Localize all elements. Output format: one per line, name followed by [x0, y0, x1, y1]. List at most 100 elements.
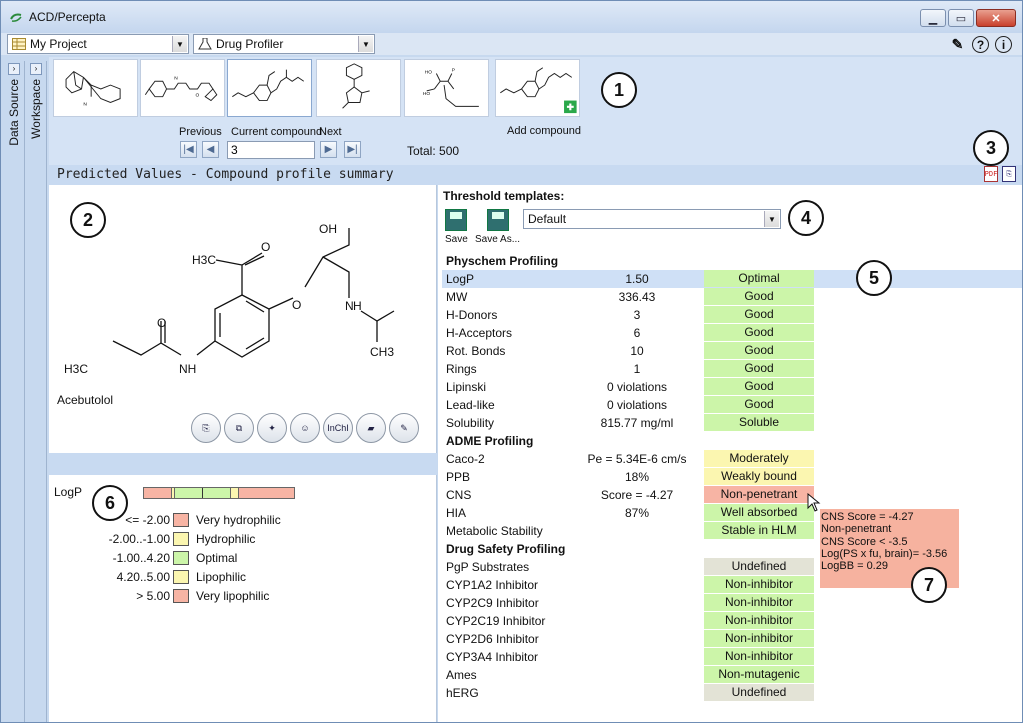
tooltip-line: CNS Score = -4.27 — [821, 511, 914, 523]
callout-badge: 2 — [70, 202, 106, 238]
property-value: 3 — [633, 308, 641, 322]
save-icon — [445, 209, 468, 231]
tab-data-source[interactable]: › Data Source — [5, 61, 25, 722]
property-value: 815.77 mg/ml — [600, 416, 674, 430]
profile-row[interactable]: H-Donors 3 Good — [442, 306, 1022, 324]
property-name: H-Donors — [446, 308, 498, 322]
current-compound-input[interactable] — [227, 141, 315, 159]
property-class: Good — [704, 378, 814, 395]
title-bar: ACD/Percepta ▁ ▭ ✕ — [1, 1, 1022, 33]
property-name: HIA — [446, 506, 467, 520]
compound-thumbnail[interactable]: NO — [140, 59, 225, 117]
atom-label: CH3 — [370, 345, 394, 359]
save-button[interactable]: Save — [445, 209, 468, 245]
profile-row[interactable]: CNS Score = -4.27 Non-penetrant — [442, 486, 1022, 504]
compound-thumbnail-selected[interactable] — [227, 59, 312, 117]
chevron-down-icon[interactable]: ▼ — [172, 36, 187, 52]
inchi-button[interactable]: InChI — [323, 413, 353, 443]
group-title-adme: ADME Profiling — [446, 434, 534, 448]
compound-thumbnail[interactable]: HO P HO — [404, 59, 489, 117]
module-select[interactable]: Drug Profiler ▼ — [193, 34, 375, 54]
expand-icon[interactable]: › — [30, 63, 42, 75]
compound-thumbnail-add[interactable] — [495, 59, 580, 117]
open-book-button[interactable]: ✦ — [257, 413, 287, 443]
callout-badge: 7 — [911, 567, 947, 603]
export-copy-icon[interactable]: ⎘ — [1002, 166, 1016, 182]
profile-row[interactable]: H-Acceptors 6 Good — [442, 324, 1022, 342]
legend-row: <= -2.00 Very hydrophilic — [49, 511, 281, 529]
svg-text:N: N — [174, 75, 178, 81]
toolbar: My Project ▼ Drug Profiler ▼ ✎ ? i — [1, 33, 1022, 55]
compound-thumbnail[interactable]: N — [53, 59, 138, 117]
save-button-label: Save — [445, 234, 468, 245]
property-name: hERG — [446, 686, 479, 700]
next-compound-button[interactable]: ▶ — [320, 141, 337, 158]
previous-compound-button[interactable]: ◀ — [202, 141, 219, 158]
profile-row[interactable]: Caco-2 Pe = 5.34E-6 cm/s Moderately permea… — [442, 450, 1022, 482]
legend-swatch — [173, 513, 189, 527]
chevron-down-icon[interactable]: ▼ — [764, 211, 779, 227]
property-value: 6 — [633, 326, 641, 340]
close-button[interactable]: ✕ — [976, 9, 1016, 27]
profile-row[interactable]: Ames Non-mutagenic — [442, 666, 1022, 684]
property-name: CYP3A4 Inhibitor — [446, 650, 539, 664]
callout-badge: 6 — [92, 485, 128, 521]
atom-label: NH — [179, 362, 196, 376]
chevron-down-icon[interactable]: ▼ — [358, 36, 373, 52]
profile-row[interactable]: CYP2D6 Inhibitor Non-inhibitor — [442, 630, 1022, 648]
app-logo-icon — [10, 13, 22, 22]
export-pdf-icon[interactable]: PDF — [984, 166, 998, 182]
project-select[interactable]: My Project ▼ — [7, 34, 189, 54]
help-icon[interactable]: ? — [972, 36, 989, 53]
open-file-button[interactable]: ▰ — [356, 413, 386, 443]
legend-label: Very hydrophilic — [196, 513, 281, 527]
save-as-button[interactable]: Save As... — [475, 209, 520, 245]
expand-icon[interactable]: › — [8, 63, 20, 75]
tab-workspace[interactable]: › Workspace — [27, 61, 47, 722]
profile-row[interactable]: Rings 1 Good — [442, 360, 1022, 378]
profile-row[interactable]: Solubility 815.77 mg/ml Soluble — [442, 414, 1022, 432]
paste-structure-button[interactable]: ⧉ — [224, 413, 254, 443]
property-class: Good — [704, 396, 814, 413]
maximize-button[interactable]: ▭ — [948, 9, 974, 27]
legend-range: -2.00..-1.00 — [108, 532, 170, 546]
template-select[interactable]: Default ▼ — [523, 209, 781, 229]
property-class: Weakly bound — [704, 468, 814, 485]
profile-row[interactable]: hERG Undefined — [442, 684, 1022, 702]
atom-label: OH — [319, 222, 337, 236]
property-class: Good — [704, 306, 814, 323]
property-class: Non-inhibitor — [704, 612, 814, 629]
first-compound-button[interactable]: |◀ — [180, 141, 197, 158]
structure-pane: H3C O OH O N H O NH H3C CH3 Acebutolol ⎘… — [49, 185, 437, 722]
copy-structure-button[interactable]: ⎘ — [191, 413, 221, 443]
property-name: CYP2C9 Inhibitor — [446, 596, 539, 610]
property-class: Undefined — [704, 684, 814, 701]
svg-text:O: O — [196, 93, 200, 99]
profile-row[interactable]: MW 336.43 Good — [442, 288, 1022, 306]
profile-row[interactable]: Rot. Bonds 10 Good — [442, 342, 1022, 360]
profile-row[interactable]: CYP2C19 Inhibitor Non-inhibitor — [442, 612, 1022, 630]
module-select-value: Drug Profiler — [216, 37, 284, 51]
callout-badge: 5 — [856, 260, 892, 296]
section-header: Predicted Values - Compound profile summ… — [49, 165, 1022, 185]
property-name: PPB — [446, 470, 471, 484]
info-icon[interactable]: i — [995, 36, 1012, 53]
profile-row[interactable]: Lead-like 0 violations Good — [442, 396, 1022, 414]
profile-row[interactable]: Lipinski 0 violations Good — [442, 378, 1022, 396]
property-name: CNS — [446, 488, 472, 502]
last-compound-button[interactable]: ▶| — [344, 141, 361, 158]
minimize-button[interactable]: ▁ — [920, 9, 946, 27]
wrench-icon[interactable]: ✎ — [949, 36, 966, 53]
compound-thumbnail[interactable] — [316, 59, 401, 117]
smiles-button[interactable]: ☺ — [290, 413, 320, 443]
window-title: ACD/Percepta — [29, 10, 106, 24]
property-class: Well absorbed — [704, 504, 814, 521]
atom-label: O — [157, 316, 166, 330]
atom-label: H3C — [64, 362, 88, 376]
edit-structure-button[interactable]: ✎ — [389, 413, 419, 443]
atom-label: O — [261, 240, 270, 254]
profile-row[interactable]: CYP3A4 Inhibitor Non-inhibitor — [442, 648, 1022, 666]
property-value: 1.50 — [625, 272, 649, 286]
profile-row[interactable]: LogP 1.50 Optimal — [442, 270, 1022, 288]
profile-row[interactable]: PPB 18% Weakly bound — [442, 468, 1022, 486]
